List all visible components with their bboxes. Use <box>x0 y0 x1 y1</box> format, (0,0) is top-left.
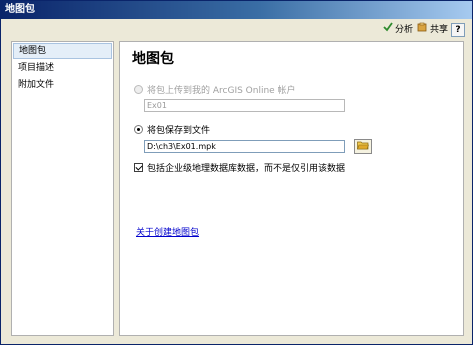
folder-icon <box>357 140 369 153</box>
include-enterprise-label: 包括企业级地理数据库数据，而不是仅引用该数据 <box>147 164 346 174</box>
share-label: 共享 <box>430 25 449 35</box>
browse-button[interactable] <box>354 139 372 154</box>
share-icon <box>417 22 428 39</box>
online-package-name-field[interactable]: Ex01 <box>144 99 345 112</box>
share-button[interactable]: 共享 <box>417 22 448 38</box>
analyze-button[interactable]: 分析 <box>383 22 413 38</box>
checkmark-icon <box>383 22 393 38</box>
sidebar-item-additional-files[interactable]: 附加文件 <box>13 77 112 93</box>
upload-option-row[interactable]: 将包上传到我的 ArcGIS Online 帐户 <box>134 83 296 96</box>
include-enterprise-row[interactable]: 包括企业级地理数据库数据，而不是仅引用该数据 <box>134 161 345 174</box>
sidebar: 地图包 项目描述 附加文件 <box>11 41 114 336</box>
save-option-row[interactable]: 将包保存到文件 <box>134 123 210 136</box>
about-map-package-link[interactable]: 关于创建地图包 <box>136 225 199 238</box>
upload-option-label: 将包上传到我的 ArcGIS Online 帐户 <box>147 86 296 96</box>
sidebar-item-item-description[interactable]: 项目描述 <box>13 60 112 76</box>
map-package-window: 地图包 分析 共享 ? 地图包 项目描述 附加文件 地图包 将包上传到我的 Ar… <box>0 0 473 345</box>
help-button[interactable]: ? <box>451 23 465 37</box>
upload-radio[interactable] <box>134 85 143 94</box>
sidebar-item-map-package[interactable]: 地图包 <box>13 43 112 59</box>
page-title: 地图包 <box>132 51 174 67</box>
save-to-file-radio[interactable] <box>134 125 143 134</box>
analyze-label: 分析 <box>395 25 414 35</box>
toolbar: 分析 共享 ? <box>1 19 472 41</box>
window-title: 地图包 <box>1 1 472 19</box>
file-path-field[interactable]: D:\ch3\Ex01.mpk <box>144 140 345 153</box>
save-option-label: 将包保存到文件 <box>147 126 211 136</box>
include-enterprise-checkbox[interactable] <box>134 163 143 172</box>
main-panel: 地图包 将包上传到我的 ArcGIS Online 帐户 Ex01 将包保存到文… <box>119 41 464 336</box>
